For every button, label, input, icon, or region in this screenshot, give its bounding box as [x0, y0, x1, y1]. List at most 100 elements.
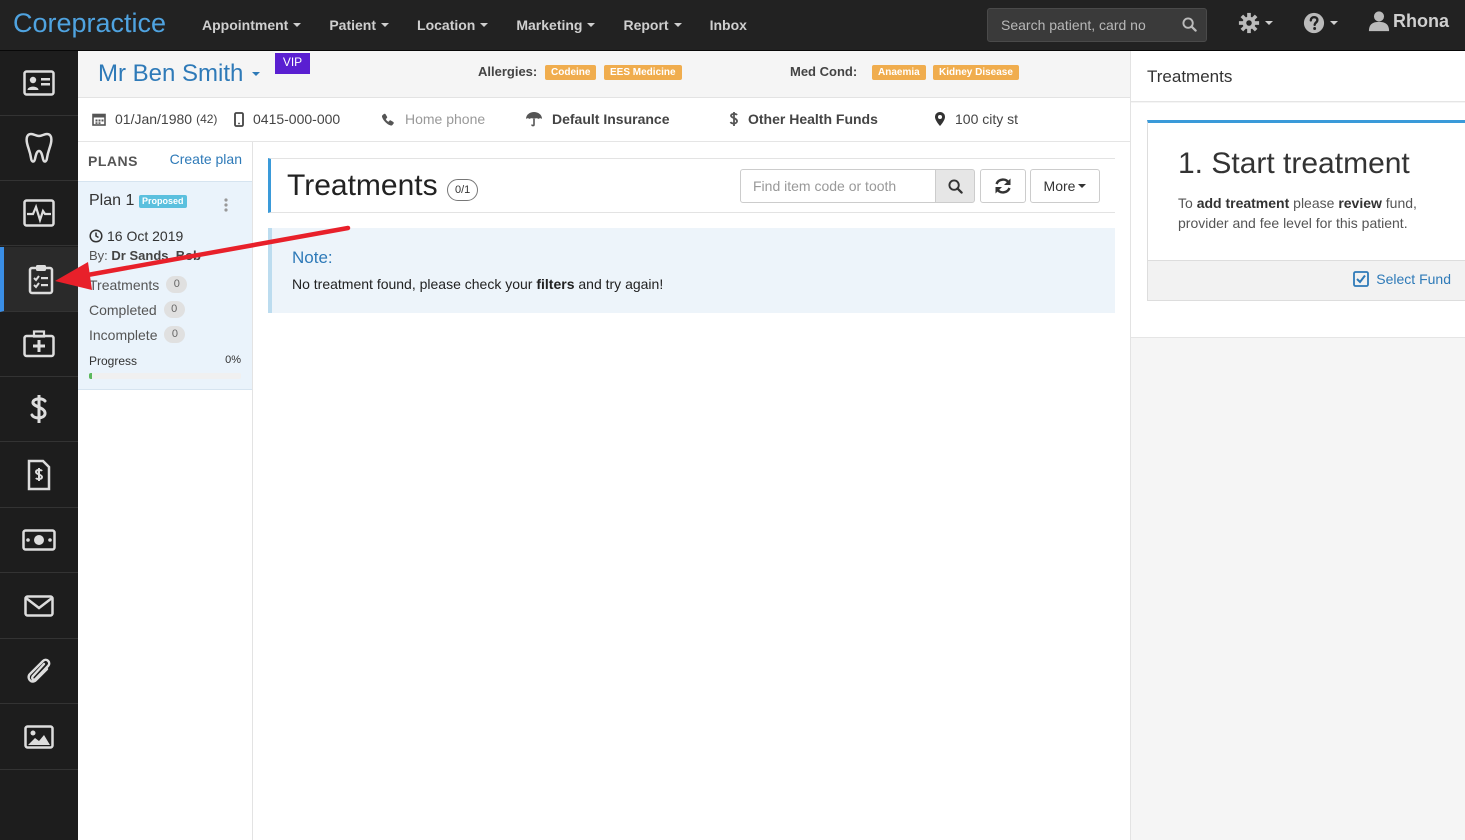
right-panel-title: Treatments: [1147, 67, 1233, 86]
vip-badge: VIP: [275, 53, 310, 74]
count-badge: 0: [166, 276, 188, 293]
progress-bar-fill: [89, 373, 92, 379]
plan-card[interactable]: Plan 1 Proposed 16 Oct 2019 By: Dr Sands…: [78, 181, 252, 390]
refresh-button[interactable]: [980, 169, 1026, 203]
nav-location[interactable]: Location: [403, 0, 502, 50]
patient-address[interactable]: 100 city st: [934, 111, 1018, 127]
stat-label: Completed: [89, 301, 157, 318]
plan-stat-completed: Completed 0: [89, 301, 185, 318]
right-panel: Treatments 1. Start treatment To add tre…: [1130, 51, 1465, 840]
plan-stat-treatments: Treatments 0: [89, 276, 188, 293]
search-icon: [947, 178, 963, 194]
treatments-count-badge: 0/1: [447, 179, 479, 201]
patient-home-phone[interactable]: Home phone: [380, 111, 485, 127]
patient-header: Mr Ben Smith VIP Allergies: Codeine EES …: [78, 51, 1130, 98]
allergies-label: Allergies:: [478, 64, 538, 79]
kebab-menu-icon[interactable]: [224, 198, 228, 212]
nav-appointment[interactable]: Appointment: [188, 0, 315, 50]
find-search-button[interactable]: [935, 169, 975, 203]
no-treatment-note: Note: No treatment found, please check y…: [268, 228, 1115, 313]
plan-provider: By: Dr Sands, Bob: [89, 248, 201, 263]
select-fund-label: Select Fund: [1376, 271, 1451, 287]
count-badge: 0: [164, 326, 186, 343]
patient-name: Mr Ben Smith: [98, 60, 244, 87]
sidebar-item-patient-details[interactable]: [0, 51, 78, 116]
dollar-icon: [729, 112, 738, 126]
caret-down-icon: [1265, 21, 1273, 25]
settings-menu[interactable]: [1238, 12, 1273, 34]
stat-label: Incomplete: [89, 326, 158, 343]
sidebar-item-treatments[interactable]: [0, 247, 78, 312]
start-treatment-footer: Select Fund: [1148, 260, 1465, 300]
sidebar-item-billing[interactable]: [0, 377, 78, 442]
create-plan-link[interactable]: Create plan: [170, 151, 242, 167]
sidebar-item-chart[interactable]: [0, 116, 78, 181]
allergy-tag: EES Medicine: [604, 65, 682, 80]
select-fund-button[interactable]: Select Fund: [1353, 271, 1451, 287]
note-text-prefix: No treatment found, please check your: [292, 276, 537, 292]
user-menu[interactable]: Rhona: [1368, 10, 1449, 32]
nav-marketing[interactable]: Marketing: [502, 0, 609, 50]
gear-icon: [1238, 12, 1260, 34]
find-item-input[interactable]: [740, 169, 936, 203]
sidebar-item-invoices[interactable]: [0, 443, 78, 508]
help-icon: [1303, 12, 1325, 34]
patient-insurance[interactable]: Default Insurance: [525, 111, 669, 127]
dob-value: 01/Jan/1980: [115, 111, 193, 127]
med-cond-tag: Kidney Disease: [933, 65, 1019, 80]
caret-down-icon: [1330, 21, 1338, 25]
nav-inbox[interactable]: Inbox: [696, 0, 761, 50]
sidebar-item-images[interactable]: [0, 705, 78, 770]
plans-title: PLANS: [88, 153, 138, 169]
mobile-phone-icon: [234, 111, 244, 127]
patient-mobile[interactable]: 0415-000-000: [234, 111, 340, 127]
caret-down-icon: [587, 23, 596, 27]
more-dropdown-button[interactable]: More: [1030, 169, 1100, 203]
caret-down-icon: [480, 23, 489, 27]
dollar-icon: [30, 395, 47, 423]
sidebar-item-attachments[interactable]: [0, 639, 78, 704]
nav-report[interactable]: Report: [609, 0, 695, 50]
start-treatment-title: 1. Start treatment: [1178, 147, 1410, 180]
tooth-icon: [25, 132, 53, 163]
nav-patient[interactable]: Patient: [315, 0, 403, 50]
progress-percent: 0%: [225, 354, 241, 366]
heartbeat-monitor-icon: [23, 199, 55, 227]
sidebar-item-medical[interactable]: [0, 181, 78, 246]
start-treatment-text: To add treatment please review fund, pro…: [1178, 193, 1448, 233]
mobile-value: 0415-000-000: [253, 111, 341, 127]
sidebar-item-medical-kit[interactable]: [0, 312, 78, 377]
note-title: Note:: [292, 248, 333, 267]
patient-name-menu[interactable]: Mr Ben Smith: [98, 60, 261, 88]
insurance-value: Default Insurance: [552, 111, 670, 127]
plans-panel: PLANS Create plan Plan 1 Proposed 16 Oct…: [78, 142, 253, 840]
start-treatment-card: 1. Start treatment To add treatment plea…: [1147, 120, 1465, 301]
nav-label: Report: [623, 17, 669, 33]
left-sidebar: [0, 51, 78, 840]
clipboard-checklist-icon: [28, 265, 54, 295]
count-badge: 0: [163, 301, 185, 318]
sidebar-item-messages[interactable]: [0, 574, 78, 639]
user-icon: [1368, 11, 1390, 32]
text-part: To: [1178, 195, 1197, 211]
top-navbar: Corepractice Appointment Patient Locatio…: [0, 0, 1465, 51]
help-menu[interactable]: [1303, 12, 1338, 34]
brand-logo[interactable]: Corepractice: [13, 8, 166, 39]
nav-label: Inbox: [709, 17, 747, 33]
note-text-suffix: and try again!: [574, 276, 664, 292]
med-cond-label: Med Cond:: [790, 64, 858, 79]
cash-icon: [22, 529, 56, 551]
text-bold: add treatment: [1196, 195, 1290, 211]
sidebar-item-payments[interactable]: [0, 508, 78, 573]
stat-label: Treatments: [89, 276, 160, 293]
right-panel-header: Treatments: [1131, 51, 1465, 102]
patient-info-bar: 01/Jan/1980 (42) 0415-000-000 Home phone …: [78, 98, 1130, 142]
patient-health-funds[interactable]: Other Health Funds: [729, 111, 878, 127]
user-name: Rhona: [1393, 10, 1449, 31]
search-icon[interactable]: [1182, 17, 1197, 32]
plan-name: Plan 1: [89, 192, 135, 209]
med-cond-tag: Anaemia: [872, 65, 926, 80]
caret-down-icon: [1078, 184, 1087, 188]
patient-search-input[interactable]: [988, 9, 1178, 41]
envelope-icon: [24, 595, 54, 617]
